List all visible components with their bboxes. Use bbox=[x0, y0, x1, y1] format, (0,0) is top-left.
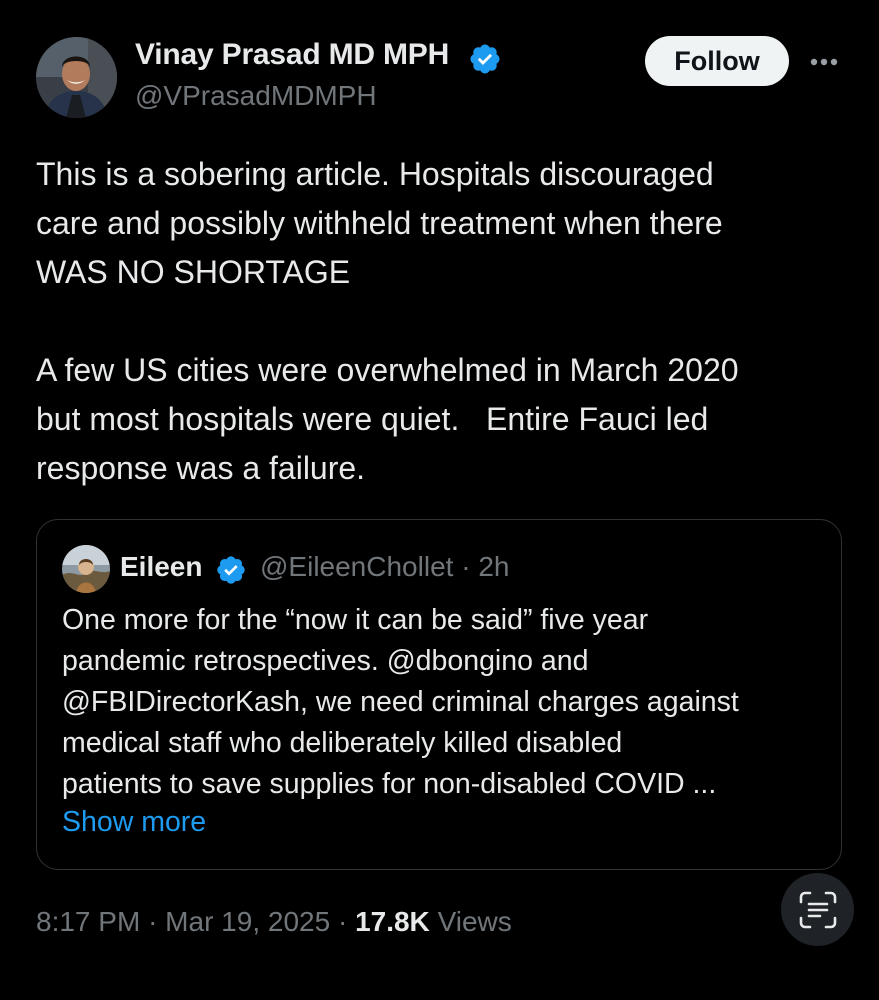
quote-text-line: medical staff who deliberately killed di… bbox=[62, 727, 623, 759]
tweet-time[interactable]: 8:17 PM bbox=[36, 906, 140, 937]
tweet-text: This is a sobering article. Hospitals di… bbox=[36, 156, 739, 486]
text-scan-button[interactable] bbox=[781, 873, 854, 946]
profile-photo-icon bbox=[62, 545, 110, 593]
author-handle[interactable]: @VPrasadMDMPH bbox=[135, 80, 377, 112]
follow-button[interactable]: Follow bbox=[645, 36, 789, 86]
tweet-meta: 8:17 PM · Mar 19, 2025 · 17.8K Views bbox=[36, 906, 512, 938]
tweet-date[interactable]: Mar 19, 2025 bbox=[165, 906, 330, 937]
quote-author-avatar[interactable] bbox=[62, 545, 110, 593]
meta-separator: · bbox=[461, 551, 471, 582]
views-count[interactable]: 17.8K bbox=[355, 906, 430, 937]
meta-separator: · bbox=[337, 906, 348, 937]
quote-age[interactable]: 2h bbox=[478, 551, 509, 582]
quote-text-line: @FBIDirectorKash, we need criminal charg… bbox=[62, 686, 739, 718]
more-options-button[interactable] bbox=[806, 48, 842, 76]
quote-text-line: patients to save supplies for non-disabl… bbox=[62, 768, 717, 800]
show-more-link[interactable]: Show more bbox=[62, 806, 206, 839]
quote-author-handle[interactable]: @EileenChollet bbox=[260, 551, 453, 582]
quote-meta: @EileenChollet · 2h bbox=[260, 551, 509, 583]
verified-badge-icon[interactable] bbox=[468, 42, 502, 76]
profile-photo-icon bbox=[36, 37, 117, 118]
views-label: Views bbox=[437, 906, 512, 937]
quote-text-line: pandemic retrospectives. @dbongino and bbox=[62, 645, 589, 677]
text-scan-icon bbox=[799, 891, 836, 928]
verified-badge-icon[interactable] bbox=[215, 554, 247, 586]
author-name[interactable]: Vinay Prasad MD MPH bbox=[135, 38, 449, 72]
more-horizontal-icon bbox=[810, 58, 838, 66]
quote-text: One more for the “now it can be said” fi… bbox=[62, 600, 822, 805]
quote-author-name[interactable]: Eileen bbox=[120, 551, 202, 583]
meta-separator: · bbox=[148, 906, 158, 937]
quoted-tweet-card[interactable]: Eileen @EileenChollet · 2h One more for … bbox=[36, 519, 842, 870]
quote-text-line: One more for the “now it can be said” fi… bbox=[62, 604, 649, 636]
author-avatar[interactable] bbox=[36, 37, 117, 118]
